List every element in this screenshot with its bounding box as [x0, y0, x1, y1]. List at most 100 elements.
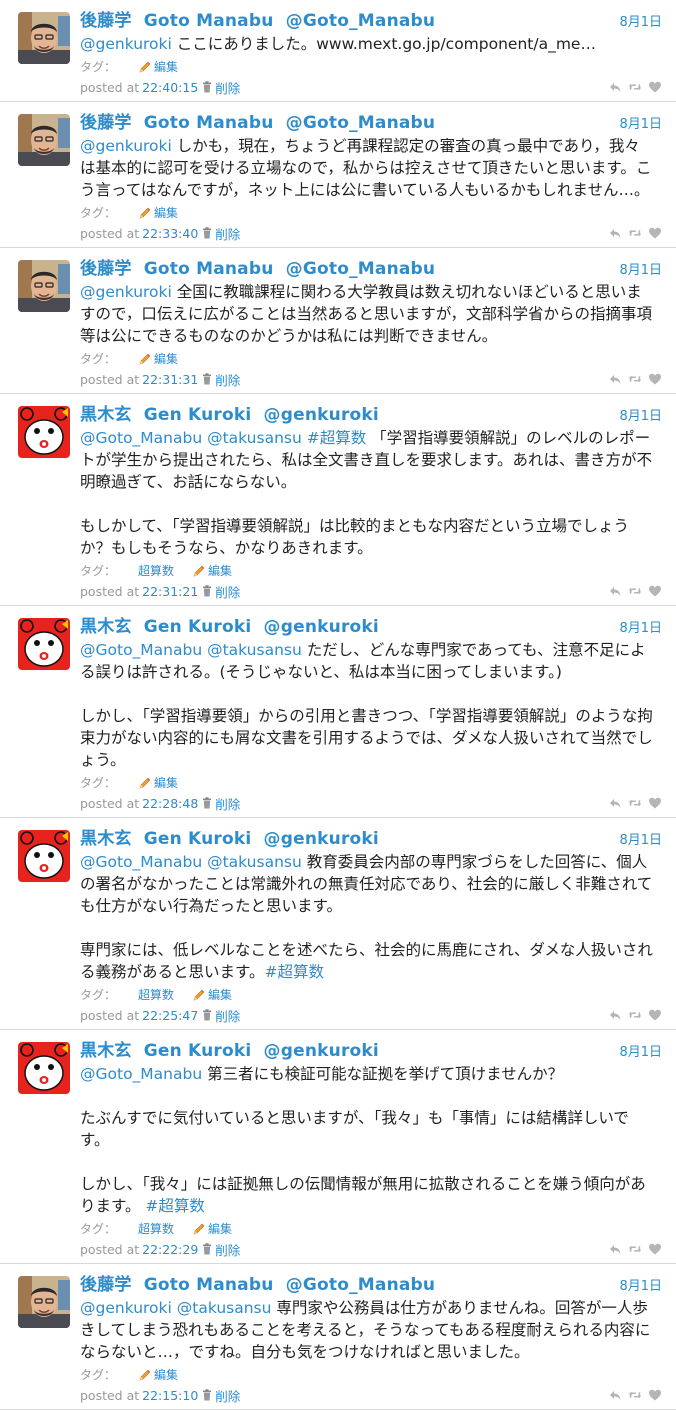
- retweet-icon[interactable]: [628, 796, 642, 810]
- mention-link[interactable]: @takusansu: [177, 1299, 272, 1317]
- tweet-time-link[interactable]: 22:15:10: [142, 1388, 198, 1403]
- author-names[interactable]: 黒木玄 Gen Kuroki @genkuroki: [80, 1036, 619, 1061]
- avatar-goto-manabu[interactable]: [18, 260, 70, 312]
- tweet-date[interactable]: 8月1日: [619, 405, 662, 424]
- author-handle[interactable]: @genkuroki: [264, 1041, 379, 1061]
- tweet-date[interactable]: 8月1日: [619, 829, 662, 848]
- author-handle[interactable]: @Goto_Manabu: [286, 259, 436, 279]
- delete-button[interactable]: 削除: [215, 794, 240, 813]
- tweet-date[interactable]: 8月1日: [619, 1041, 662, 1060]
- retweet-icon[interactable]: [628, 372, 642, 386]
- edit-tags-button[interactable]: 編集: [138, 204, 178, 221]
- avatar-goto-manabu[interactable]: [18, 1276, 70, 1328]
- delete-button[interactable]: 削除: [215, 370, 240, 389]
- tweet-time-link[interactable]: 22:25:47: [142, 1008, 198, 1023]
- avatar-goto-manabu[interactable]: [18, 12, 70, 64]
- author-names[interactable]: 黒木玄 Gen Kuroki @genkuroki: [80, 400, 619, 425]
- author-handle[interactable]: @genkuroki: [264, 405, 379, 425]
- avatar-genkuroki[interactable]: [18, 618, 70, 670]
- tweet-time-link[interactable]: 22:33:40: [142, 226, 198, 241]
- heart-icon[interactable]: [648, 584, 662, 598]
- author-names[interactable]: 黒木玄 Gen Kuroki @genkuroki: [80, 612, 619, 637]
- author-handle[interactable]: @genkuroki: [264, 617, 379, 637]
- delete-button[interactable]: 削除: [215, 1240, 240, 1259]
- hashtag-link[interactable]: #超算数: [264, 963, 324, 981]
- heart-icon[interactable]: [648, 80, 662, 94]
- mention-link[interactable]: @genkuroki: [80, 35, 172, 53]
- tweet-time-link[interactable]: 22:28:48: [142, 796, 198, 811]
- edit-tags-button[interactable]: 編集: [192, 986, 232, 1003]
- author-names[interactable]: 黒木玄 Gen Kuroki @genkuroki: [80, 824, 619, 849]
- mention-link[interactable]: @takusansu: [207, 429, 302, 447]
- heart-icon[interactable]: [648, 372, 662, 386]
- author-name-jp[interactable]: 黒木玄: [80, 829, 132, 849]
- author-name-jp[interactable]: 後藤学: [80, 259, 132, 279]
- author-names[interactable]: 後藤学 Goto Manabu @Goto_Manabu: [80, 1270, 619, 1295]
- tweet-date[interactable]: 8月1日: [619, 113, 662, 132]
- tweet-time-link[interactable]: 22:22:29: [142, 1242, 198, 1257]
- author-name-jp[interactable]: 後藤学: [80, 11, 132, 31]
- author-name-en[interactable]: Gen Kuroki: [144, 1041, 252, 1061]
- reply-icon[interactable]: [608, 80, 622, 94]
- delete-button[interactable]: 削除: [215, 582, 240, 601]
- author-name-en[interactable]: Goto Manabu: [144, 1275, 274, 1295]
- author-name-jp[interactable]: 黒木玄: [80, 1041, 132, 1061]
- author-handle[interactable]: @Goto_Manabu: [286, 1275, 436, 1295]
- tag-link[interactable]: 超算数: [138, 988, 174, 1002]
- mention-link[interactable]: @Goto_Manabu: [80, 1065, 202, 1083]
- author-name-en[interactable]: Gen Kuroki: [144, 617, 252, 637]
- author-handle[interactable]: @Goto_Manabu: [286, 113, 436, 133]
- mention-link[interactable]: @takusansu: [207, 641, 302, 659]
- hashtag-link[interactable]: #超算数: [307, 429, 367, 447]
- retweet-icon[interactable]: [628, 584, 642, 598]
- avatar-goto-manabu[interactable]: [18, 114, 70, 166]
- delete-button[interactable]: 削除: [215, 224, 240, 243]
- mention-link[interactable]: @takusansu: [207, 853, 302, 871]
- author-name-en[interactable]: Goto Manabu: [144, 11, 274, 31]
- author-name-en[interactable]: Goto Manabu: [144, 259, 274, 279]
- retweet-icon[interactable]: [628, 80, 642, 94]
- author-handle[interactable]: @genkuroki: [264, 829, 379, 849]
- reply-icon[interactable]: [608, 1008, 622, 1022]
- author-name-en[interactable]: Gen Kuroki: [144, 405, 252, 425]
- edit-tags-button[interactable]: 編集: [138, 58, 178, 75]
- author-name-jp[interactable]: 黒木玄: [80, 617, 132, 637]
- avatar-genkuroki[interactable]: [18, 1042, 70, 1094]
- edit-tags-button[interactable]: 編集: [138, 350, 178, 367]
- mention-link[interactable]: @genkuroki: [80, 283, 172, 301]
- tag-link[interactable]: 超算数: [138, 564, 174, 578]
- tweet-date[interactable]: 8月1日: [619, 617, 662, 636]
- delete-button[interactable]: 削除: [215, 1006, 240, 1025]
- reply-icon[interactable]: [608, 1242, 622, 1256]
- retweet-icon[interactable]: [628, 1388, 642, 1402]
- author-name-en[interactable]: Gen Kuroki: [144, 829, 252, 849]
- retweet-icon[interactable]: [628, 1242, 642, 1256]
- mention-link[interactable]: @Goto_Manabu: [80, 853, 202, 871]
- edit-tags-button[interactable]: 編集: [192, 562, 232, 579]
- heart-icon[interactable]: [648, 226, 662, 240]
- avatar-genkuroki[interactable]: [18, 406, 70, 458]
- author-handle[interactable]: @Goto_Manabu: [286, 11, 436, 31]
- heart-icon[interactable]: [648, 1242, 662, 1256]
- tweet-date[interactable]: 8月1日: [619, 1275, 662, 1294]
- reply-icon[interactable]: [608, 584, 622, 598]
- heart-icon[interactable]: [648, 1008, 662, 1022]
- tweet-date[interactable]: 8月1日: [619, 11, 662, 30]
- edit-tags-button[interactable]: 編集: [192, 1220, 232, 1237]
- retweet-icon[interactable]: [628, 226, 642, 240]
- author-names[interactable]: 後藤学 Goto Manabu @Goto_Manabu: [80, 108, 619, 133]
- tweet-time-link[interactable]: 22:31:21: [142, 584, 198, 599]
- reply-icon[interactable]: [608, 796, 622, 810]
- reply-icon[interactable]: [608, 226, 622, 240]
- delete-button[interactable]: 削除: [215, 78, 240, 97]
- mention-link[interactable]: @genkuroki: [80, 137, 172, 155]
- tweet-date[interactable]: 8月1日: [619, 259, 662, 278]
- mention-link[interactable]: @Goto_Manabu: [80, 429, 202, 447]
- mention-link[interactable]: @Goto_Manabu: [80, 641, 202, 659]
- heart-icon[interactable]: [648, 796, 662, 810]
- author-name-jp[interactable]: 後藤学: [80, 1275, 132, 1295]
- tag-link[interactable]: 超算数: [138, 1222, 174, 1236]
- author-names[interactable]: 後藤学 Goto Manabu @Goto_Manabu: [80, 254, 619, 279]
- reply-icon[interactable]: [608, 372, 622, 386]
- avatar-genkuroki[interactable]: [18, 830, 70, 882]
